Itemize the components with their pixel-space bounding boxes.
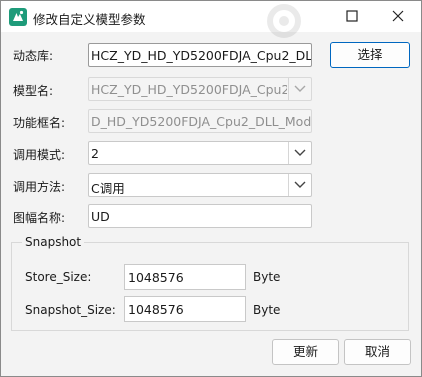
model-name-value: HCZ_YD_HD_YD5200FDJA_Cpu2DLL: [91, 82, 287, 97]
call-method-select[interactable]: C调用: [88, 173, 312, 197]
call-mode-value: 2: [91, 146, 99, 161]
chevron-down-icon[interactable]: [288, 142, 311, 164]
model-name-select: HCZ_YD_HD_YD5200FDJA_Cpu2DLL: [88, 77, 312, 101]
func-frame-label: 功能框名:: [13, 116, 66, 130]
cancel-button[interactable]: 取消: [344, 339, 411, 365]
model-name-label: 模型名:: [13, 84, 54, 98]
snapshot-size-input[interactable]: 1048576: [124, 296, 246, 322]
call-mode-label: 调用模式:: [13, 148, 66, 162]
store-size-unit: Byte: [253, 270, 281, 284]
app-logo-icon: [9, 8, 27, 26]
select-dll-button[interactable]: 选择: [330, 42, 410, 68]
store-size-label: Store_Size:: [25, 270, 92, 284]
func-frame-name-value: D_HD_YD5200FDJA_Cpu2_DLL_Module: [91, 114, 312, 129]
chevron-down-icon: [288, 78, 311, 100]
close-button[interactable]: [375, 1, 421, 32]
store-size-value: 1048576: [128, 270, 184, 285]
maximize-button[interactable]: [329, 1, 375, 32]
close-icon: [392, 10, 404, 22]
dialog-window: 修改自定义模型参数 动态库: HCZ_YD_HD_YD5200FDJA_Cpu2…: [0, 0, 422, 377]
watermark-gear-icon: [239, 1, 329, 41]
snapshot-size-value: 1048576: [128, 302, 184, 317]
frame-name-value: UD: [91, 209, 110, 224]
maximize-icon: [346, 10, 358, 22]
snapshot-size-label: Snapshot_Size:: [25, 303, 116, 317]
call-method-value: C调用: [91, 181, 125, 196]
window-title: 修改自定义模型参数: [33, 12, 146, 27]
func-frame-name-input: D_HD_YD5200FDJA_Cpu2_DLL_Module: [88, 109, 312, 133]
dll-path-input[interactable]: HCZ_YD_HD_YD5200FDJA_Cpu2_DLL.dll: [88, 43, 312, 67]
chevron-down-icon[interactable]: [288, 174, 311, 196]
dll-path-value: HCZ_YD_HD_YD5200FDJA_Cpu2_DLL.dll: [91, 48, 312, 63]
update-button[interactable]: 更新: [272, 339, 339, 365]
snapshot-size-unit: Byte: [253, 303, 281, 317]
frame-name-label: 图幅名称:: [13, 211, 66, 225]
frame-name-input[interactable]: UD: [88, 204, 312, 228]
snapshot-group-title: Snapshot: [22, 235, 85, 249]
call-method-label: 调用方法:: [13, 180, 66, 194]
dll-label: 动态库:: [13, 49, 54, 63]
call-mode-select[interactable]: 2: [88, 141, 312, 165]
store-size-input[interactable]: 1048576: [124, 264, 246, 290]
title-bar[interactable]: 修改自定义模型参数: [1, 1, 421, 38]
